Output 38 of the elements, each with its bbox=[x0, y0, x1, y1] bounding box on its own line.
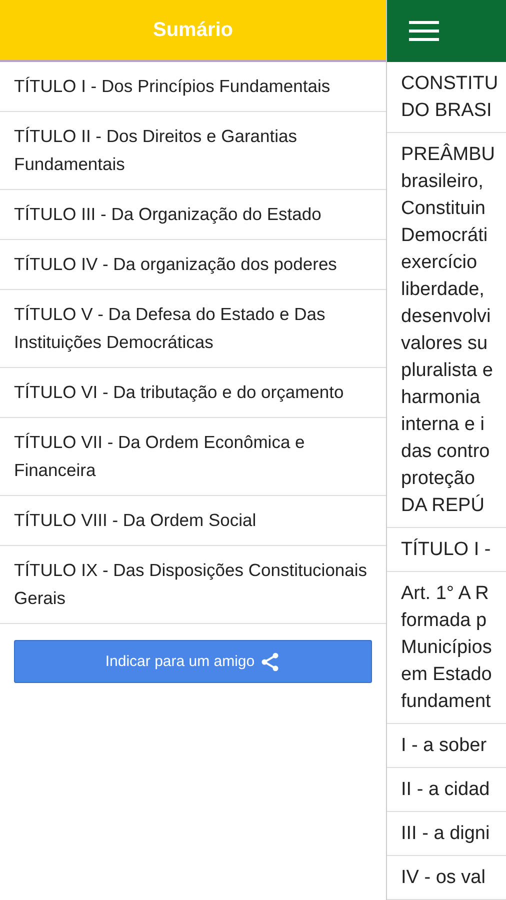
content-text-line: Municípios bbox=[401, 636, 493, 660]
menu-icon[interactable] bbox=[409, 20, 439, 42]
content-text-line: TÍTULO I - bbox=[401, 538, 492, 562]
content-text-line: pluralista e bbox=[401, 359, 494, 383]
sidebar-item[interactable]: TÍTULO VII - Da Ordem Econômica e Financeira bbox=[0, 418, 386, 496]
content-text-line: liberdade, bbox=[401, 278, 486, 302]
content-text-line: CONSTITU bbox=[401, 72, 500, 96]
share-button[interactable]: Indicar para um amigo bbox=[14, 640, 372, 683]
sidebar-item[interactable]: TÍTULO VI - Da tributação e do orçamento bbox=[0, 368, 386, 418]
sidebar-item[interactable]: TÍTULO IX - Das Disposições Constitucionais Gerais bbox=[0, 546, 386, 624]
sidebar-item[interactable]: TÍTULO IV - Da organização dos poderes bbox=[0, 240, 386, 290]
content-text-line: DA REPÚ bbox=[401, 494, 486, 518]
sidebar-title: Sumário bbox=[0, 0, 386, 62]
content-text-line: Constituin bbox=[401, 197, 486, 221]
content-text-line: exercício bbox=[401, 251, 478, 275]
content-text-line: interna e i bbox=[401, 413, 486, 437]
content-text-line: Art. 1° A R bbox=[401, 582, 490, 606]
content-text-line: II - a cidad bbox=[401, 778, 491, 802]
content-text-line: harmonia bbox=[401, 386, 482, 410]
sidebar-item[interactable]: TÍTULO II - Dos Direitos e Garantias Fundamentais bbox=[0, 112, 386, 190]
content-text-line: formada p bbox=[401, 609, 488, 633]
content-text-line: proteção bbox=[401, 467, 476, 491]
sidebar-item[interactable]: TÍTULO III - Da Organização do Estado bbox=[0, 190, 386, 240]
content-text-line: III - a digni bbox=[401, 822, 491, 846]
sidebar-item[interactable]: TÍTULO VIII - Da Ordem Social bbox=[0, 496, 386, 546]
sidebar-item[interactable]: TÍTULO I - Dos Princípios Fundamentais bbox=[0, 62, 386, 112]
content-text-line: Democráti bbox=[401, 224, 489, 248]
content-text-line: fundament bbox=[401, 690, 492, 714]
content-text-line: desenvolvi bbox=[401, 305, 492, 329]
content-text-line: IV - os val bbox=[401, 866, 486, 890]
content-text-line: I - a sober bbox=[401, 734, 488, 758]
content-text-line: PREÂMBU bbox=[401, 142, 496, 167]
content-text-line: brasileiro, bbox=[401, 170, 484, 194]
content-text-line: valores su bbox=[401, 332, 489, 356]
sidebar-item[interactable]: TÍTULO V - Da Defesa do Estado e Das Instituições Democráticas bbox=[0, 290, 386, 368]
content-text-line: em Estado bbox=[401, 663, 493, 687]
content-text-line: das contro bbox=[401, 440, 491, 464]
content-text-line: DO BRASI bbox=[401, 99, 493, 123]
